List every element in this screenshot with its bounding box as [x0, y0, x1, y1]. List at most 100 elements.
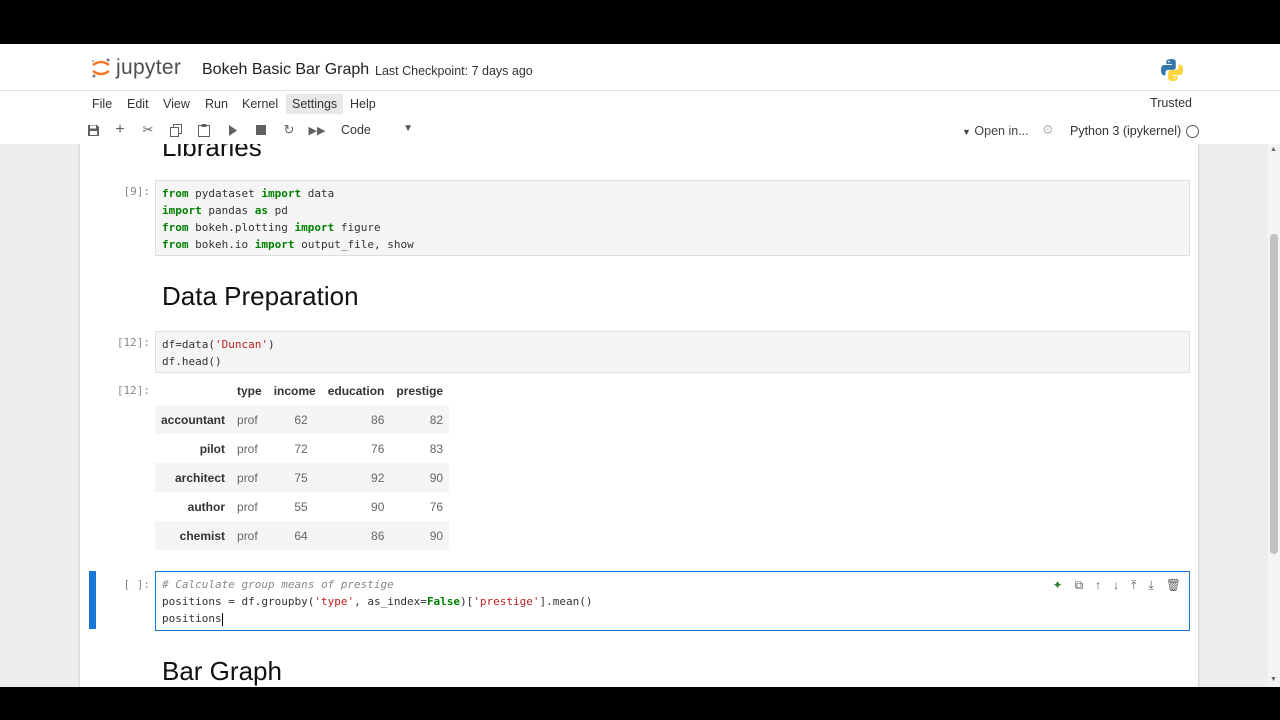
- menu-kernel[interactable]: Kernel: [242, 97, 278, 111]
- table-cell: 82: [390, 405, 450, 434]
- jupyter-logo[interactable]: jupyter: [90, 56, 181, 80]
- cell-prompt: [9]:: [123, 185, 151, 198]
- notebook-sheet: Libraries [9]: from pydataset import dat…: [80, 144, 1198, 687]
- chevron-down-icon: ▼: [403, 123, 413, 134]
- copy-icon[interactable]: [168, 122, 184, 138]
- table-header: [155, 377, 231, 405]
- move-up-icon[interactable]: ↑: [1095, 578, 1101, 593]
- restart-icon[interactable]: ↻: [281, 122, 297, 138]
- cut-icon[interactable]: ✂: [140, 122, 156, 138]
- table-cell: 75: [267, 463, 322, 492]
- jupyter-logo-icon: [90, 57, 112, 79]
- table-cell: prof: [231, 521, 268, 550]
- heading-bar-graph[interactable]: Bar Graph: [162, 656, 282, 687]
- menu-run[interactable]: Run: [205, 97, 228, 111]
- code-cell-imports[interactable]: from pydataset import data import pandas…: [155, 180, 1190, 256]
- run-icon[interactable]: [225, 122, 241, 138]
- move-down-icon[interactable]: ↓: [1113, 578, 1119, 593]
- fast-forward-icon[interactable]: ▶▶: [309, 122, 326, 138]
- scroll-up-icon[interactable]: ▲: [1270, 146, 1277, 153]
- save-icon[interactable]: [85, 122, 101, 138]
- cell-type-value: Code: [341, 123, 371, 137]
- delete-icon[interactable]: 🗑: [1166, 578, 1181, 593]
- logo-text: jupyter: [116, 56, 182, 79]
- table-cell: 90: [390, 463, 450, 492]
- scroll-down-icon[interactable]: ▼: [1270, 676, 1277, 683]
- table-cell: prof: [237, 499, 258, 514]
- table-cell: 55: [294, 499, 308, 514]
- dataframe-output: type income education prestige accountan…: [155, 377, 450, 550]
- active-cell-indicator: [89, 571, 96, 629]
- menu-file[interactable]: File: [92, 97, 112, 111]
- row-index: pilot: [199, 441, 226, 456]
- duplicate-icon[interactable]: ⧉: [1075, 578, 1084, 593]
- output-prompt: [12]:: [116, 384, 150, 397]
- code-group-means[interactable]: # Calculate group means of prestige posi…: [156, 572, 1189, 631]
- table-cell: 72: [294, 441, 308, 456]
- kernel-status-icon: [1186, 125, 1199, 138]
- open-in-button[interactable]: ▼ Open in...: [962, 124, 1029, 138]
- table-row: author prof 55 90 76: [155, 492, 449, 521]
- menu-settings[interactable]: Settings: [286, 94, 344, 114]
- table-cell: 62: [267, 405, 322, 434]
- text-cursor: [221, 612, 223, 626]
- table-header: income: [273, 384, 316, 398]
- row-index: accountant: [155, 405, 232, 434]
- notebook-title[interactable]: Bokeh Basic Bar Graph: [202, 61, 369, 79]
- cell-prompt: [12]:: [116, 336, 150, 349]
- table-header: type: [237, 384, 262, 398]
- code-cell-load-data[interactable]: df=data('Duncan') df.head(): [155, 331, 1190, 373]
- kernel-name[interactable]: Python 3 (ipykernel): [1070, 124, 1181, 138]
- menu-bar: File Edit View Run Kernel Settings Help …: [0, 91, 1280, 119]
- checkpoint-status: Last Checkpoint: 7 days ago: [375, 64, 533, 78]
- sparkle-icon[interactable]: ✦: [1053, 578, 1063, 593]
- table-cell: 92: [321, 463, 391, 492]
- menu-edit[interactable]: Edit: [127, 97, 149, 111]
- table-row: chemist prof 64 86 90: [155, 521, 450, 550]
- cell-type-select[interactable]: Code ▼: [341, 123, 413, 137]
- paste-icon[interactable]: [196, 122, 212, 138]
- insert-below-icon[interactable]: ⤓: [1148, 578, 1153, 593]
- caret-down-icon: ▼: [962, 127, 971, 137]
- notebook-scrollbar[interactable]: ▲ ▼: [1268, 144, 1280, 687]
- header: jupyter Bokeh Basic Bar Graph Last Check…: [0, 44, 1280, 91]
- table-cell: 90: [371, 499, 385, 514]
- open-in-label: Open in...: [974, 124, 1029, 138]
- table-cell: prof: [231, 463, 268, 492]
- stop-icon[interactable]: [253, 122, 269, 138]
- code-cell-active[interactable]: # Calculate group means of prestige posi…: [155, 571, 1190, 631]
- table-header: prestige: [396, 384, 444, 398]
- python-logo-icon: [1160, 58, 1184, 82]
- menu-view[interactable]: View: [163, 97, 190, 111]
- table-cell: 76: [429, 499, 444, 514]
- heading-libraries[interactable]: Libraries: [162, 144, 262, 163]
- table-header: education: [327, 384, 385, 398]
- bottom-letterbox: [0, 687, 1280, 720]
- heading-data-preparation[interactable]: Data Preparation: [162, 281, 359, 312]
- add-cell-icon[interactable]: +: [112, 121, 128, 138]
- table-cell: 86: [321, 521, 391, 550]
- table-header-row: type income education prestige: [155, 377, 449, 405]
- row-index: chemist: [155, 521, 232, 550]
- menu-help[interactable]: Help: [350, 97, 376, 111]
- table-cell: 83: [429, 441, 444, 456]
- table-row: architect prof 75 92 90: [155, 463, 450, 492]
- code-load-data: df=data('Duncan') df.head(): [162, 338, 275, 368]
- row-index: architect: [155, 463, 232, 492]
- code-imports: from pydataset import data import pandas…: [162, 187, 414, 251]
- notebook-toolbar: + ✂ ↻ ▶▶ Code ▼ ▼ Open in... ⚙ Python 3 …: [0, 118, 1280, 145]
- table-cell: prof: [231, 405, 268, 434]
- row-index: author: [187, 499, 226, 514]
- table-row: pilot prof 72 76 83: [155, 434, 449, 463]
- insert-above-icon[interactable]: ⤒: [1131, 578, 1136, 593]
- table-cell: 64: [267, 521, 322, 550]
- table-cell: 76: [371, 441, 385, 456]
- gear-icon[interactable]: ⚙: [1042, 122, 1054, 138]
- table-row: accountant prof 62 86 82: [155, 405, 450, 434]
- table-cell: 86: [321, 405, 391, 434]
- cell-toolbar: ✦ ⧉ ↑ ↓ ⤒ ⤓ 🗑: [1053, 578, 1182, 593]
- table-cell: prof: [237, 441, 258, 456]
- scroll-thumb[interactable]: [1270, 234, 1278, 554]
- table-cell: 90: [390, 521, 450, 550]
- trusted-indicator[interactable]: Trusted: [1150, 96, 1192, 110]
